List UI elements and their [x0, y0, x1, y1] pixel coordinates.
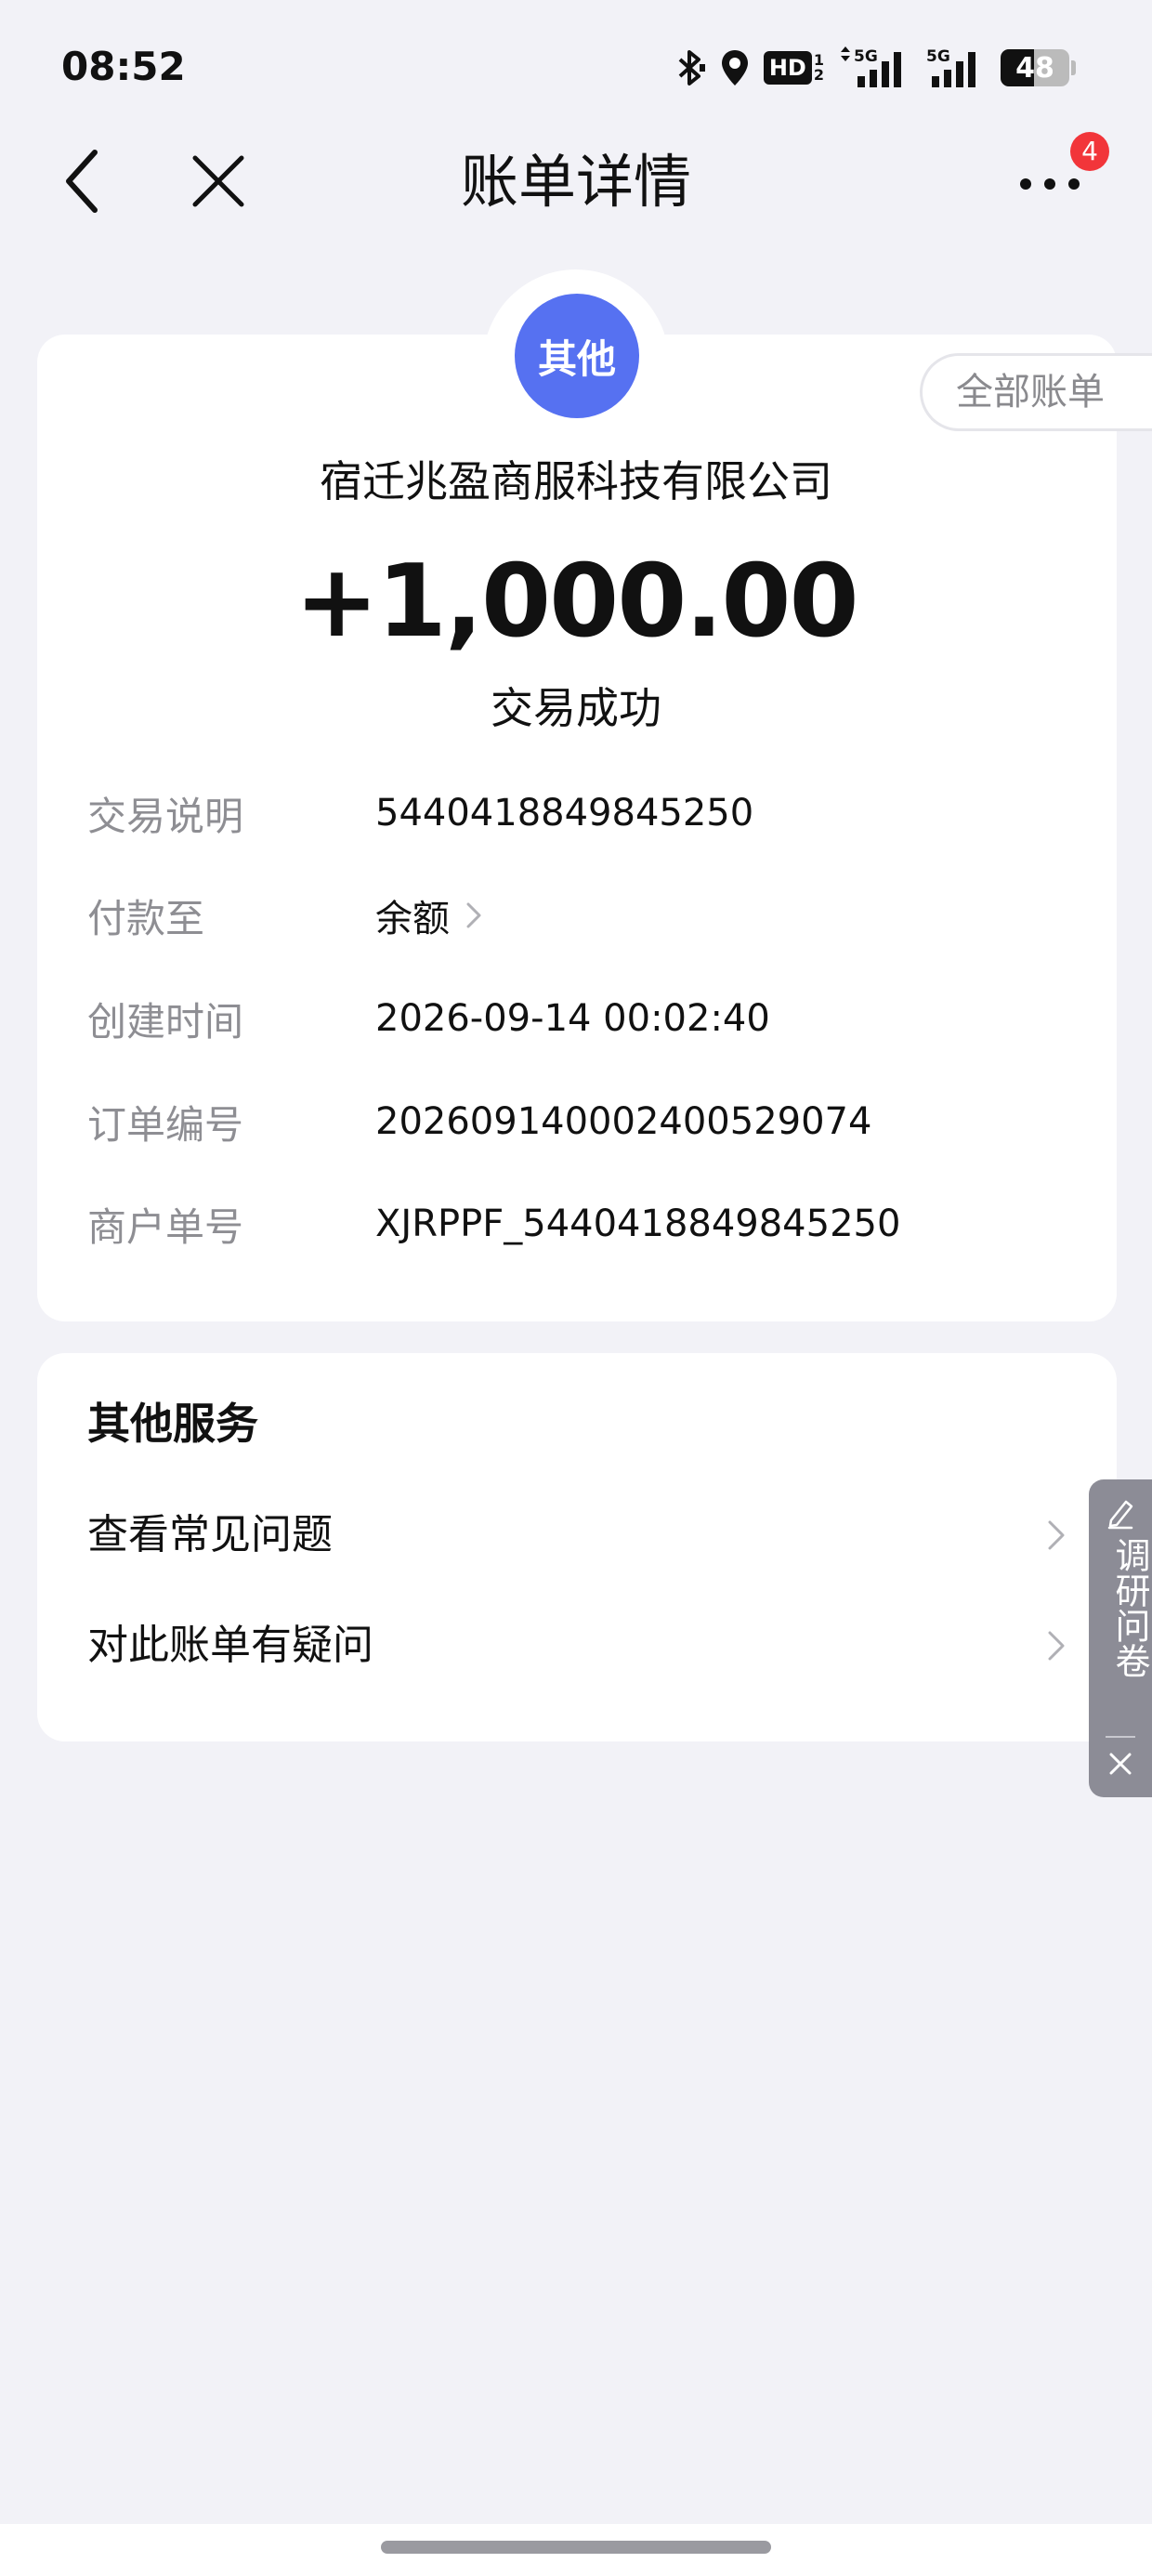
notification-badge: 4 [1070, 132, 1109, 171]
detail-value: 2026-09-14 00:02:40 [375, 997, 770, 1040]
survey-close-icon[interactable] [1106, 1749, 1135, 1779]
hd-voice-icon: HD 1 2 [763, 49, 824, 86]
chevron-right-icon [1048, 1631, 1065, 1661]
all-bills-button[interactable]: 全部账单 [920, 353, 1152, 431]
survey-divider [1106, 1736, 1135, 1738]
battery-tip [1071, 60, 1076, 75]
service-item-faq[interactable]: 查看常见问题 [37, 1491, 1117, 1580]
detail-label: 创建时间 [87, 998, 244, 1045]
svg-text:5G: 5G [854, 47, 878, 66]
service-item-bill-question[interactable]: 对此账单有疑问 [37, 1601, 1117, 1690]
survey-label[interactable]: 调研问卷 [1089, 1537, 1152, 1678]
chevron-right-icon [466, 902, 481, 928]
transaction-status: 交易成功 [491, 683, 661, 733]
bluetooth-icon [678, 50, 705, 85]
detail-row-order-number: 订单编号 2026091400024005290​74 [87, 1092, 1072, 1151]
pen-icon [1107, 1500, 1133, 1530]
category-avatar: 其他 [515, 294, 639, 418]
merchant-name: 宿迁兆盈商服科技有限公司 [320, 456, 832, 506]
signal-5g-icon-1: 5G [841, 46, 901, 87]
location-icon [721, 50, 748, 85]
detail-row-description: 交易说明 5440418849845250 [87, 783, 1072, 843]
detail-value: 2026091400024005290​74 [375, 1100, 872, 1143]
detail-label: 订单编号 [87, 1101, 244, 1148]
detail-label: 付款至 [87, 895, 205, 941]
detail-label: 交易说明 [87, 793, 244, 839]
detail-label: 商户单号 [87, 1203, 244, 1250]
bill-detail-page: 08:52 HD 1 2 5G 5G 48 账单详情 4 其他 全部账单 宿迁兆… [0, 0, 1152, 2576]
signal-5g-icon-2: 5G [926, 47, 975, 87]
home-indicator[interactable] [381, 2541, 771, 2554]
detail-row-pay-to[interactable]: 付款至 余额 [87, 886, 1072, 945]
detail-value: XJRPPF_5440418849845250 [375, 1203, 901, 1245]
detail-row-merchant-order-number: 商户单号 XJRPPF_5440418849845250 [87, 1194, 1072, 1254]
service-item-label: 对此账单有疑问 [87, 1622, 373, 1669]
service-item-label: 查看常见问题 [87, 1511, 333, 1558]
survey-floating-tab[interactable]: 调研问卷 [1089, 1479, 1152, 1797]
detail-value: 5440418849845250 [375, 792, 754, 835]
chevron-right-icon [1048, 1520, 1065, 1550]
detail-row-created-time: 创建时间 2026-09-14 00:02:40 [87, 989, 1072, 1048]
transaction-amount: +1,000.00 [295, 544, 858, 660]
status-time: 08:52 [61, 44, 186, 89]
services-title: 其他服务 [87, 1399, 258, 1449]
detail-value-link[interactable]: 余额 [375, 888, 487, 942]
battery-icon: 48 [1001, 49, 1069, 86]
svg-text:5G: 5G [926, 47, 950, 66]
status-icons: HD 1 2 5G 5G 48 [674, 43, 1076, 93]
pay-to-value[interactable]: 余额 [375, 888, 450, 942]
page-title: 账单详情 [460, 148, 691, 216]
